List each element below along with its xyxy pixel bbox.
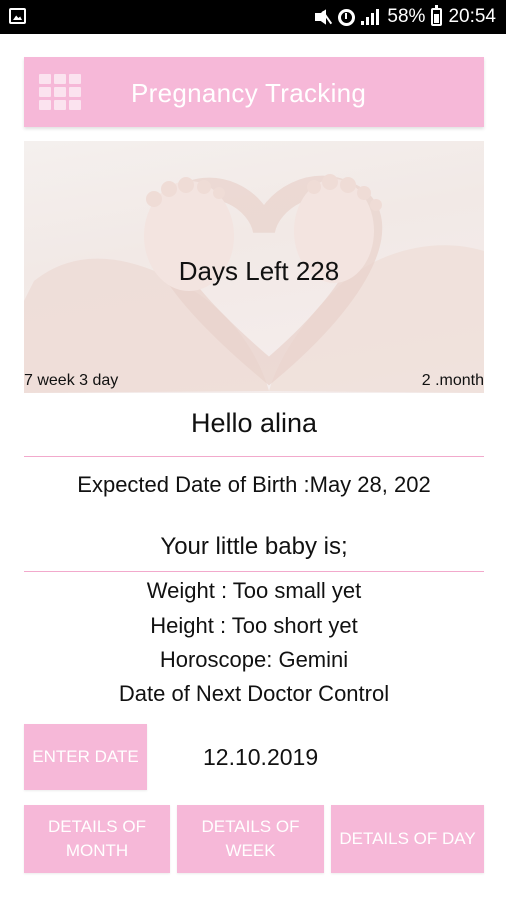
- clock: 20:54: [448, 6, 496, 27]
- baby-heading: Your little baby is;: [160, 533, 348, 560]
- divider: [24, 571, 484, 572]
- alarm-icon: [338, 8, 356, 26]
- divider: [24, 456, 484, 457]
- month-label: 2 .month: [421, 372, 484, 389]
- details-of-month-button[interactable]: DETAILS OF MONTH: [24, 805, 170, 873]
- week-day-label: 7 week 3 day: [24, 372, 119, 389]
- battery-percent: 58%: [387, 6, 426, 27]
- signal-icon: [361, 9, 381, 25]
- app-bar: Pregnancy Tracking: [24, 57, 484, 127]
- app-title: Pregnancy Tracking: [131, 78, 367, 108]
- days-left: Days Left 228: [178, 256, 340, 286]
- status-bar: 58% 20:54: [0, 0, 506, 34]
- menu-button[interactable]: [24, 57, 82, 127]
- battery-icon: [431, 5, 443, 26]
- details-of-day-button[interactable]: DETAILS OF DAY: [331, 805, 484, 873]
- height-info: Height : Too short yet: [150, 613, 358, 638]
- horoscope-info: Horoscope: Gemini: [159, 647, 349, 672]
- mute-icon: [314, 9, 333, 25]
- details-of-week-button[interactable]: DETAILS OF WEEK: [177, 805, 324, 873]
- greeting: Hello alina: [190, 408, 318, 438]
- entered-date: 12.10.2019: [203, 744, 319, 770]
- enter-date-button[interactable]: ENTER DATE: [24, 724, 147, 790]
- expected-birth-date: Expected Date of Birth :May 28, 202: [77, 472, 431, 497]
- status-icons: 58% 20:54: [314, 5, 496, 28]
- weight-info: Weight : Too small yet: [146, 578, 362, 603]
- grid-menu-icon: [39, 74, 81, 110]
- next-doctor-control: Date of Next Doctor Control: [118, 681, 390, 706]
- image-icon: [9, 8, 26, 24]
- hero-image: Days Left 228 7 week 3 day 2 .month: [24, 141, 484, 393]
